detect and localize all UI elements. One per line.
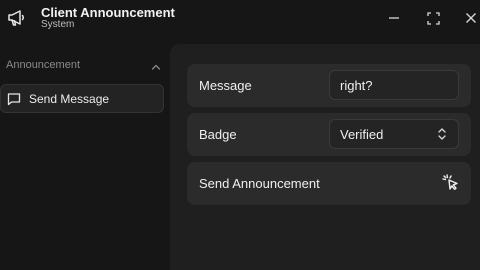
sidebar-item-send-message[interactable]: Send Message <box>0 84 164 113</box>
close-icon <box>466 13 476 23</box>
badge-select-value: Verified <box>340 127 384 142</box>
message-label: Message <box>199 78 252 93</box>
minimize-button[interactable] <box>382 6 406 30</box>
close-button[interactable] <box>459 6 480 30</box>
badge-label: Badge <box>199 127 237 142</box>
megaphone-icon <box>6 8 26 28</box>
maximize-button[interactable] <box>421 6 445 30</box>
badge-row: Badge Verified <box>187 113 471 156</box>
chevron-up-icon[interactable] <box>150 60 162 72</box>
message-row: Message <box>187 64 471 107</box>
pointer-click-icon <box>442 174 460 192</box>
title-bar: Client Announcement System <box>0 0 480 44</box>
section-label: Announcement <box>6 59 80 71</box>
maximize-icon <box>426 11 440 25</box>
sidebar-item-label: Send Message <box>29 92 110 106</box>
section-header-announcement[interactable]: Announcement <box>6 59 162 73</box>
minimize-icon <box>389 17 399 19</box>
sidebar: Announcement Send Message <box>0 44 170 270</box>
message-input[interactable] <box>329 70 459 100</box>
send-announcement-label: Send Announcement <box>199 176 320 191</box>
main-panel: Message Badge Verified Send Announcement <box>170 44 480 270</box>
window-subtitle: System <box>41 19 75 30</box>
chevron-up-down-icon <box>436 127 448 141</box>
send-announcement-button[interactable]: Send Announcement <box>187 162 471 205</box>
window-title: Client Announcement <box>41 5 175 20</box>
message-square-icon <box>7 92 21 106</box>
badge-select[interactable]: Verified <box>329 119 459 149</box>
